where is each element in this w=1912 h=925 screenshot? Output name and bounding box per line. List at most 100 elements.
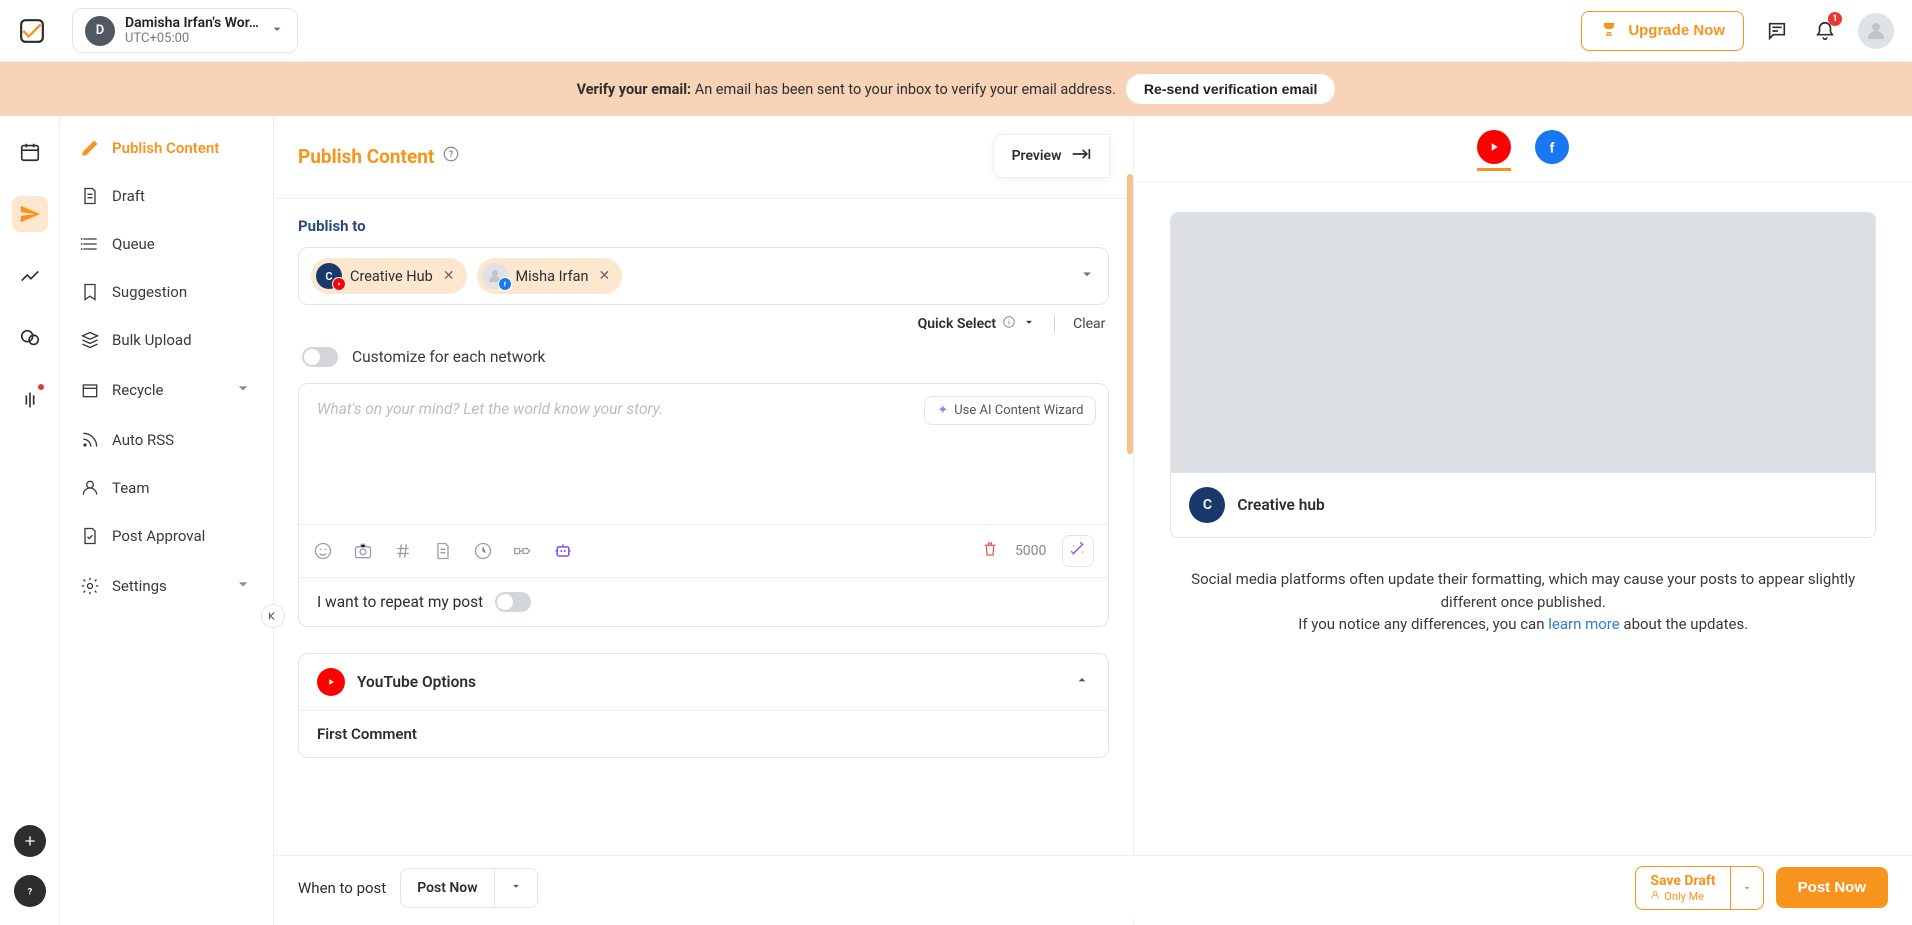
ai-assistant-icon[interactable]	[553, 541, 573, 561]
customize-toggle[interactable]	[302, 347, 338, 367]
repeat-post-label: I want to repeat my post	[317, 593, 483, 611]
preview-media-placeholder	[1171, 213, 1875, 473]
rail-calendar-icon[interactable]	[12, 134, 48, 170]
banner-message: An email has been sent to your inbox to …	[695, 81, 1116, 98]
notifications-icon[interactable]: 1	[1810, 16, 1840, 46]
sidebar-item-recycle[interactable]: Recycle	[60, 364, 273, 416]
save-draft-dropdown[interactable]	[1730, 867, 1763, 909]
workspace-picker[interactable]: D Damisha Irfan's Wor… UTC+05:00	[72, 8, 298, 53]
svg-text:?: ?	[27, 886, 32, 897]
schedule-icon[interactable]	[473, 541, 493, 561]
app-logo[interactable]	[18, 17, 46, 45]
chevron-down-icon	[1022, 315, 1036, 333]
youtube-icon	[1477, 130, 1511, 164]
chevron-down-icon[interactable]	[494, 869, 537, 907]
svg-text:f: f	[503, 281, 506, 288]
arrow-right-icon	[1071, 147, 1091, 165]
integration-icon[interactable]	[513, 541, 533, 561]
banner-label: Verify your email:	[577, 81, 692, 98]
account-chip-misha-irfan: f Misha Irfan ✕	[477, 258, 623, 294]
sidebar-item-label: Auto RSS	[112, 431, 174, 449]
sidebar-item-queue[interactable]: Queue	[60, 220, 273, 268]
chevron-up-icon	[1074, 672, 1090, 692]
svg-text:?: ?	[449, 150, 454, 160]
character-count: 5000	[1015, 543, 1046, 559]
camera-icon[interactable]	[353, 541, 373, 561]
ai-content-wizard-button[interactable]: ✦ Use AI Content Wizard	[924, 396, 1096, 425]
post-now-button[interactable]: Post Now	[1776, 867, 1888, 908]
resend-verification-button[interactable]: Re-send verification email	[1126, 74, 1336, 104]
account-avatar: f	[482, 263, 508, 289]
trophy-icon	[1600, 20, 1618, 42]
page-title: Publish Content ?	[298, 145, 460, 168]
quick-select-dropdown[interactable]: Quick Select i	[918, 315, 1037, 333]
sidebar-item-auto-rss[interactable]: Auto RSS	[60, 416, 273, 464]
first-comment-label: First Comment	[299, 711, 1108, 757]
preview-account-name: Creative hub	[1237, 496, 1324, 514]
clear-accounts-button[interactable]: Clear	[1073, 316, 1105, 332]
rail-add-button[interactable]	[14, 825, 46, 857]
sidebar-item-publish-content[interactable]: Publish Content	[60, 124, 273, 172]
sidebar-item-bulk-upload[interactable]: Bulk Upload	[60, 316, 273, 364]
notification-badge: 1	[1828, 12, 1842, 26]
when-to-post-value: Post Now	[401, 870, 493, 906]
when-to-post-select[interactable]: Post Now	[400, 868, 537, 908]
sidebar-item-label: Recycle	[112, 381, 164, 399]
rail-analytics-icon[interactable]	[12, 258, 48, 294]
post-content-editor[interactable]: What's on your mind? Let the world know …	[299, 384, 1108, 524]
sidebar-item-label: Bulk Upload	[112, 331, 192, 349]
customize-label: Customize for each network	[352, 348, 545, 366]
facebook-badge-icon: f	[498, 277, 512, 291]
chevron-down-icon	[233, 378, 253, 402]
svg-text:f: f	[1550, 140, 1555, 156]
repeat-post-toggle[interactable]	[495, 592, 531, 612]
verify-email-banner: Verify your email: An email has been sen…	[0, 62, 1912, 116]
learn-more-link[interactable]: learn more	[1548, 615, 1619, 633]
youtube-options-accordion: YouTube Options First Comment	[298, 653, 1109, 758]
preview-tab-youtube[interactable]	[1477, 130, 1511, 171]
youtube-badge-icon	[332, 277, 346, 291]
account-name: Misha Irfan	[516, 268, 589, 285]
account-name: Creative Hub	[350, 268, 433, 285]
rail-inbox-icon[interactable]	[12, 320, 48, 356]
publish-to-select[interactable]: C Creative Hub ✕ f Misha Irfan ✕	[298, 247, 1109, 305]
remove-account-button[interactable]: ✕	[597, 268, 613, 284]
emoji-icon[interactable]	[313, 541, 333, 561]
sidebar-item-label: Queue	[112, 235, 155, 253]
post-preview-card: C Creative hub	[1170, 212, 1876, 538]
chevron-down-icon	[1078, 265, 1096, 287]
rail-publish-icon[interactable]	[12, 196, 48, 232]
profile-avatar[interactable]	[1858, 13, 1894, 49]
sidebar-item-label: Draft	[112, 187, 145, 205]
sidebar-item-label: Post Approval	[112, 527, 205, 545]
save-draft-button[interactable]: Save Draft Only Me	[1635, 866, 1763, 910]
editor-placeholder: What's on your mind? Let the world know …	[317, 400, 663, 418]
sidebar-item-label: Settings	[112, 577, 167, 595]
workspace-name: Damisha Irfan's Wor…	[125, 15, 259, 31]
remove-account-button[interactable]: ✕	[441, 268, 457, 284]
feedback-icon[interactable]	[1762, 16, 1792, 46]
rail-help-button[interactable]: ?	[14, 875, 46, 907]
magic-enhance-button[interactable]	[1062, 535, 1094, 567]
rail-listening-icon[interactable]	[12, 382, 48, 418]
chevron-down-icon	[269, 21, 285, 41]
upgrade-button[interactable]: Upgrade Now	[1581, 11, 1744, 51]
preview-toggle[interactable]: Preview	[993, 134, 1111, 178]
delete-icon[interactable]	[981, 540, 999, 562]
svg-text:i: i	[1008, 318, 1010, 326]
sidebar-item-post-approval[interactable]: Post Approval	[60, 512, 273, 560]
hashtag-icon[interactable]	[393, 541, 413, 561]
template-icon[interactable]	[433, 541, 453, 561]
chevron-down-icon	[233, 574, 253, 598]
sidebar-item-team[interactable]: Team	[60, 464, 273, 512]
preview-tab-facebook[interactable]: f	[1535, 130, 1569, 171]
youtube-options-header[interactable]: YouTube Options	[299, 654, 1108, 711]
publish-to-label: Publish to	[298, 217, 1109, 235]
sidebar-item-suggestion[interactable]: Suggestion	[60, 268, 273, 316]
scrollbar[interactable]	[1127, 174, 1133, 454]
sidebar-item-draft[interactable]: Draft	[60, 172, 273, 220]
sidebar-item-label: Publish Content	[112, 139, 219, 157]
sidebar-item-settings[interactable]: Settings	[60, 560, 273, 612]
info-icon[interactable]: ?	[442, 145, 460, 168]
workspace-avatar: D	[85, 16, 115, 46]
